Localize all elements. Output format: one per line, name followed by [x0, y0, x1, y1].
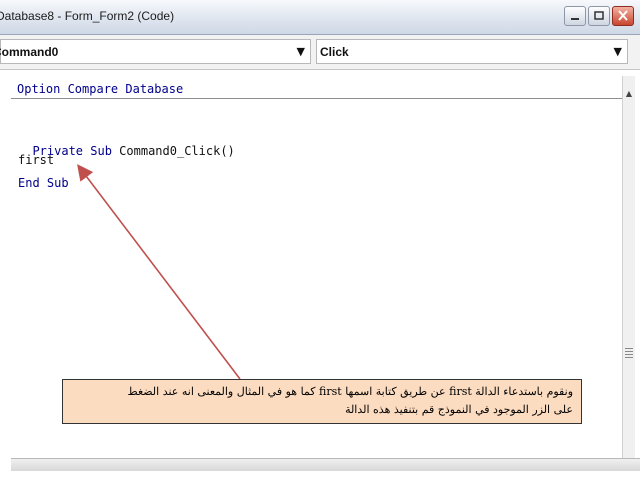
callout-line-2: على الزر الموجود في النموذج قم بتنفيذ هذ… [345, 403, 573, 416]
combo-toolbar: Command0 ▼ Click ▼ [0, 35, 640, 70]
window-title: Database8 - Form_Form2 (Code) [0, 9, 175, 23]
vertical-scrollbar[interactable]: ▲ [622, 76, 635, 459]
procedure-combo-value: Click [320, 45, 349, 59]
close-icon [618, 10, 628, 21]
chevron-down-icon[interactable]: ▼ [297, 45, 305, 58]
minimize-icon [571, 18, 579, 20]
procedure-combo[interactable]: Click ▼ [316, 39, 628, 64]
maximize-icon [594, 11, 604, 20]
code-line-end[interactable]: End Sub [18, 176, 69, 190]
sub-name: Command0_Click() [119, 144, 235, 158]
horizontal-scrollbar[interactable] [11, 458, 640, 471]
annotation-callout: ونقوم باستدعاء الدالة first عن طريق كتاب… [62, 379, 582, 424]
object-combo-value: Command0 [0, 45, 59, 59]
minimize-button[interactable] [564, 6, 586, 26]
callout-line-1: ونقوم باستدعاء الدالة first عن طريق كتاب… [127, 385, 573, 398]
code-line-call[interactable]: first [18, 153, 54, 167]
title-bar: Database8 - Form_Form2 (Code) [0, 0, 640, 35]
scroll-up-icon[interactable]: ▲ [623, 89, 635, 101]
close-button[interactable] [612, 6, 634, 26]
object-combo[interactable]: Command0 ▼ [0, 39, 311, 64]
chevron-down-icon[interactable]: ▼ [614, 45, 622, 58]
declaration-line: Option Compare Database [17, 82, 184, 96]
scroll-grip[interactable] [625, 348, 633, 360]
declarations-section[interactable]: Option Compare Database [11, 76, 622, 99]
maximize-button[interactable] [588, 6, 610, 26]
